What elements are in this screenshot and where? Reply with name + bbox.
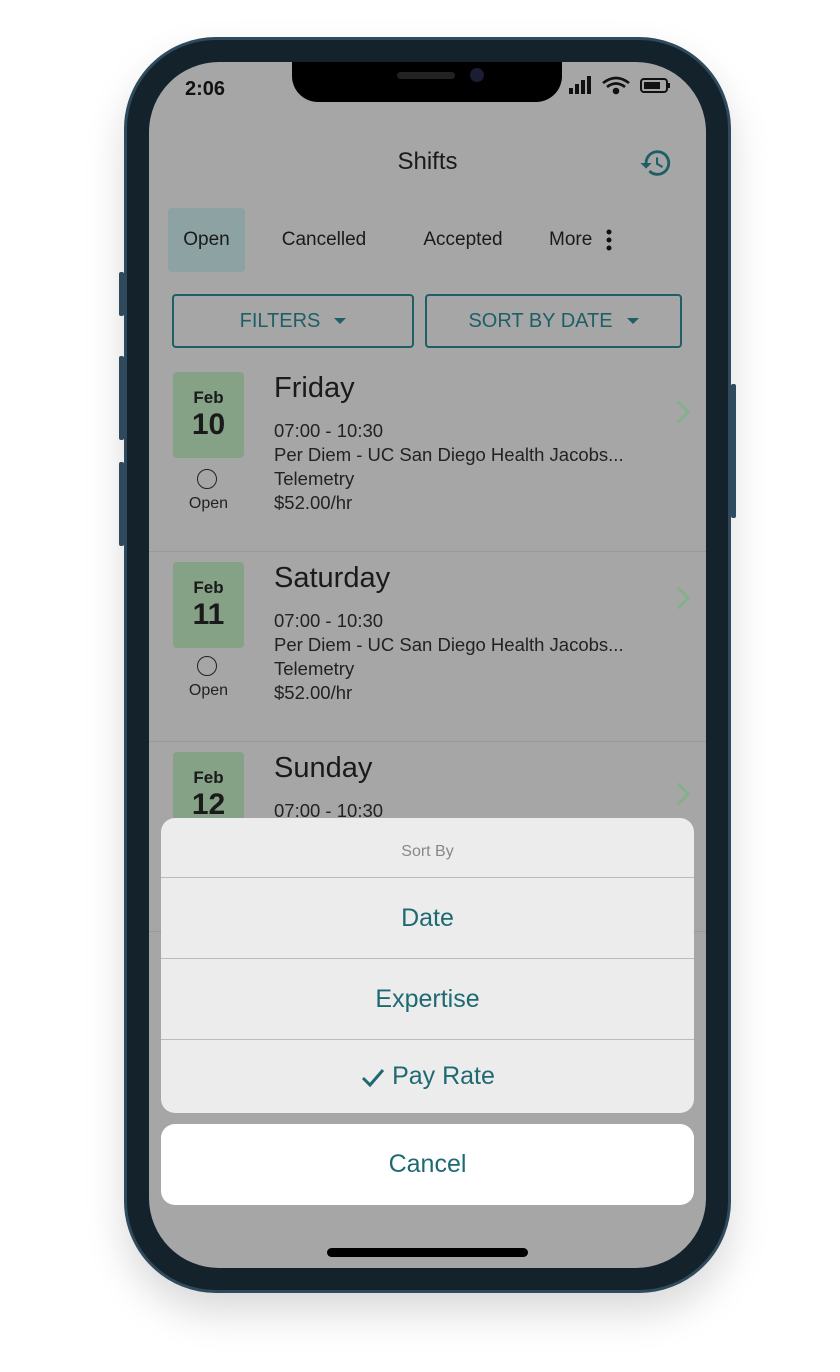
filters-label: FILTERS <box>239 309 321 332</box>
radio-icon[interactable] <box>197 656 217 676</box>
shift-unit: Telemetry <box>274 658 355 679</box>
status-icons <box>569 76 670 95</box>
date-day: 11 <box>192 598 225 631</box>
chevron-right-icon <box>667 782 691 806</box>
tab-open[interactable]: Open <box>168 208 245 272</box>
sort-option-date[interactable]: Date <box>161 878 694 959</box>
option-label: Pay Rate <box>392 1062 495 1090</box>
sort-option-pay-rate[interactable]: Pay Rate <box>161 1040 694 1113</box>
date-day: 12 <box>191 788 226 821</box>
shift-rate: $52.00/hr <box>274 492 353 513</box>
date-month: Feb <box>193 578 224 597</box>
screen: 2:06 Shifts Open Cancelled Accepted More… <box>149 62 706 1268</box>
history-icon[interactable] <box>639 146 673 180</box>
mute-switch <box>119 272 124 316</box>
shift-facility: Per Diem - UC San Diego Health Jacobs... <box>274 634 624 655</box>
radio-icon[interactable] <box>197 469 217 489</box>
option-label: Expertise <box>375 984 480 1013</box>
volume-down-button <box>119 462 124 546</box>
shift-card[interactable]: Feb 10 Open Friday 07:00 - 10:30 Per Diem… <box>149 362 706 552</box>
caret-down-icon <box>334 318 347 324</box>
sort-button[interactable]: SORT BY DATE <box>425 294 682 348</box>
status-time: 2:06 <box>185 78 226 100</box>
date-badge: Feb 11 <box>173 562 244 648</box>
power-button <box>731 384 736 518</box>
battery-icon <box>640 78 670 93</box>
tab-cancelled[interactable]: Cancelled <box>269 208 379 272</box>
signal-icon <box>569 76 591 94</box>
sheet-title: Sort By <box>161 818 694 878</box>
shift-weekday: Saturday <box>274 562 391 594</box>
shift-card[interactable]: Feb 11 Open Saturday 07:00 - 10:30 Per Di… <box>149 552 706 742</box>
cancel-button[interactable]: Cancel <box>161 1124 694 1205</box>
date-month: Feb <box>193 388 224 407</box>
shift-status: Open <box>188 682 229 699</box>
chevron-right-icon <box>667 586 691 610</box>
shift-rate: $52.00/hr <box>274 682 353 703</box>
notch <box>292 62 562 102</box>
tab-accepted[interactable]: Accepted <box>411 208 515 272</box>
shift-status: Open <box>188 495 229 512</box>
date-badge: Feb 10 <box>173 372 244 458</box>
shift-time: 07:00 - 10:30 <box>274 420 384 441</box>
wifi-icon <box>602 76 630 95</box>
shift-unit: Telemetry <box>274 468 355 489</box>
checkmark-icon <box>362 1068 385 1087</box>
sort-action-sheet: Sort By Date Expertise Pay Rate <box>161 818 694 1113</box>
shift-weekday: Sunday <box>274 752 373 784</box>
chevron-right-icon <box>667 400 691 424</box>
home-indicator[interactable] <box>327 1248 528 1257</box>
option-label: Date <box>401 903 454 932</box>
cancel-label: Cancel <box>388 1150 467 1178</box>
sort-option-expertise[interactable]: Expertise <box>161 959 694 1040</box>
more-vertical-icon <box>606 229 612 251</box>
shift-facility: Per Diem - UC San Diego Health Jacobs... <box>274 444 624 465</box>
sort-label: SORT BY DATE <box>468 309 613 332</box>
date-month: Feb <box>193 768 224 787</box>
filters-button[interactable]: FILTERS <box>172 294 414 348</box>
shift-time: 07:00 - 10:30 <box>274 610 384 631</box>
volume-up-button <box>119 356 124 440</box>
shift-weekday: Friday <box>274 372 355 404</box>
tab-more-label: More <box>549 229 593 250</box>
caret-down-icon <box>626 318 639 324</box>
date-day: 10 <box>191 408 226 441</box>
tab-more[interactable]: More <box>549 208 639 272</box>
page-title: Shifts <box>397 148 458 175</box>
